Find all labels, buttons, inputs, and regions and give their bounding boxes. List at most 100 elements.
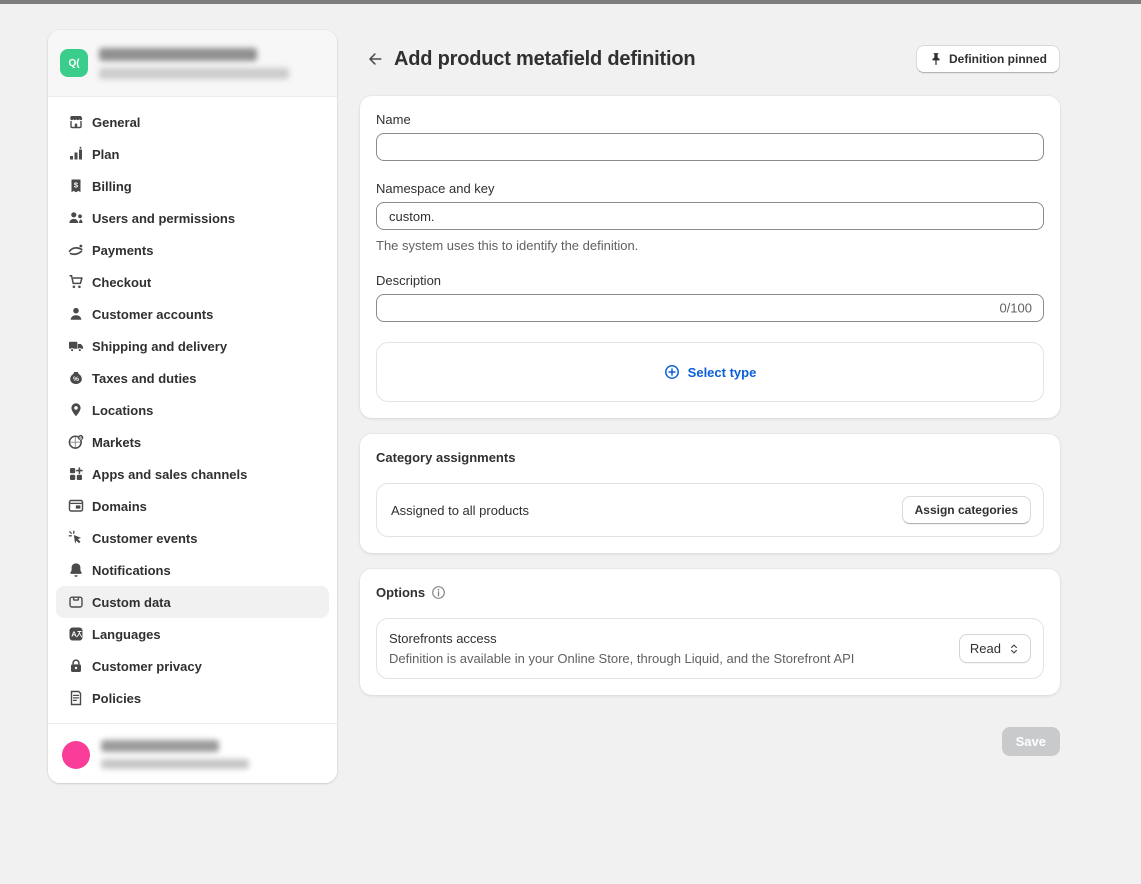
select-type-label: Select type [688,365,757,380]
pin-icon [929,52,943,66]
sidebar-item-label: Plan [92,147,119,162]
sidebar-item-label: Custom data [92,595,171,610]
storefronts-access-description: Definition is available in your Online S… [389,651,854,666]
sidebar-item-label: Notifications [92,563,171,578]
sidebar-nav: General Plan $ Billing Users and permissions… [48,97,337,723]
sidebar-item-locations[interactable]: Locations [56,394,329,426]
sidebar-item-domains[interactable]: Domains [56,490,329,522]
sidebar-item-label: Customer events [92,531,197,546]
store-name-redacted [99,48,257,61]
plan-icon [68,146,84,162]
sidebar-item-label: Checkout [92,275,151,290]
sidebar-item-customer-privacy[interactable]: Customer privacy [56,650,329,682]
storefronts-access-row: Storefronts access Definition is availab… [376,618,1044,679]
store-header[interactable]: Q( [48,30,337,97]
user-email-redacted [101,759,249,769]
sidebar-item-checkout[interactable]: Checkout [56,266,329,298]
sidebar-item-label: Taxes and duties [92,371,197,386]
bell-icon [68,562,84,578]
taxes-icon: % [68,370,84,386]
sidebar-item-shipping-and-delivery[interactable]: Shipping and delivery [56,330,329,362]
sidebar-item-label: Users and permissions [92,211,235,226]
assign-categories-button[interactable]: Assign categories [902,496,1031,524]
billing-icon: $ [68,178,84,194]
page-title: Add product metafield definition [394,48,695,71]
name-input[interactable] [376,133,1044,161]
user-avatar [62,741,90,769]
sidebar-item-label: Domains [92,499,147,514]
sidebar-item-policies[interactable]: Policies [56,682,329,714]
domains-icon [68,498,84,514]
definition-form-card: Name Namespace and key The system uses t… [360,96,1060,418]
options-heading: Options [376,585,425,600]
sidebar-item-billing[interactable]: $ Billing [56,170,329,202]
namespace-help-text: The system uses this to identify the def… [376,238,1044,253]
sidebar-item-customer-accounts[interactable]: Customer accounts [56,298,329,330]
name-label: Name [376,112,1044,127]
store-avatar: Q( [60,49,88,77]
save-button[interactable]: Save [1002,727,1060,756]
sidebar-item-label: Customer accounts [92,307,213,322]
info-icon[interactable] [431,585,446,600]
updown-chevron-icon [1008,643,1020,655]
sidebar-item-notifications[interactable]: Notifications [56,554,329,586]
top-window-strip [0,0,1141,4]
sidebar-item-label: Markets [92,435,141,450]
namespace-label: Namespace and key [376,181,1044,196]
lock-icon [68,658,84,674]
namespace-input[interactable] [376,202,1044,230]
custom-data-icon [68,594,84,610]
storefronts-access-value: Read [970,641,1001,656]
sidebar-item-languages[interactable]: A Languages [56,618,329,650]
sidebar-item-label: Languages [92,627,161,642]
definition-pinned-label: Definition pinned [949,52,1047,66]
back-arrow-icon [365,50,383,68]
settings-sidebar: Q( General Plan $ Billing Users and permissi… [48,30,337,783]
plus-circle-icon [664,364,680,380]
languages-icon: A [68,626,84,642]
definition-pinned-button[interactable]: Definition pinned [916,45,1060,73]
payments-icon [68,242,84,258]
svg-text:%: % [73,376,79,383]
sidebar-item-payments[interactable]: Payments [56,234,329,266]
sidebar-item-label: Customer privacy [92,659,202,674]
sidebar-item-label: Payments [92,243,153,258]
svg-text:$: $ [79,436,82,442]
sidebar-item-custom-data[interactable]: Custom data [56,586,329,618]
storefronts-access-select[interactable]: Read [959,634,1031,663]
user-name-redacted [101,740,219,752]
storefronts-access-title: Storefronts access [389,631,854,646]
sidebar-item-users-and-permissions[interactable]: Users and permissions [56,202,329,234]
sidebar-item-label: Apps and sales channels [92,467,247,482]
category-status-text: Assigned to all products [389,503,529,518]
description-input[interactable] [376,294,1044,322]
customer-events-icon [68,530,84,546]
sidebar-item-label: Shipping and delivery [92,339,227,354]
sidebar-item-label: Locations [92,403,153,418]
category-assignments-heading: Category assignments [376,450,515,465]
truck-icon [68,338,84,354]
sidebar-item-label: General [92,115,140,130]
sidebar-item-general[interactable]: General [56,106,329,138]
category-assignments-card: Category assignments Assigned to all pro… [360,434,1060,553]
back-button[interactable] [360,45,388,73]
policies-icon [68,690,84,706]
sidebar-item-taxes-and-duties[interactable]: % Taxes and duties [56,362,329,394]
sidebar-item-markets[interactable]: $ Markets [56,426,329,458]
options-card: Options Storefronts access Definition is… [360,569,1060,695]
page-header: Add product metafield definition Definit… [360,44,1060,74]
sidebar-item-apps-and-sales-channels[interactable]: Apps and sales channels [56,458,329,490]
cart-icon [68,274,84,290]
main-content: Add product metafield definition Definit… [360,30,1060,756]
sidebar-item-plan[interactable]: Plan [56,138,329,170]
store-url-redacted [99,68,289,79]
sidebar-item-customer-events[interactable]: Customer events [56,522,329,554]
person-icon [68,306,84,322]
users-icon [68,210,84,226]
apps-icon [68,466,84,482]
location-pin-icon [68,402,84,418]
user-account-row[interactable] [48,723,337,783]
select-type-button[interactable]: Select type [376,342,1044,402]
sidebar-item-label: Billing [92,179,132,194]
storefront-icon [68,114,84,130]
